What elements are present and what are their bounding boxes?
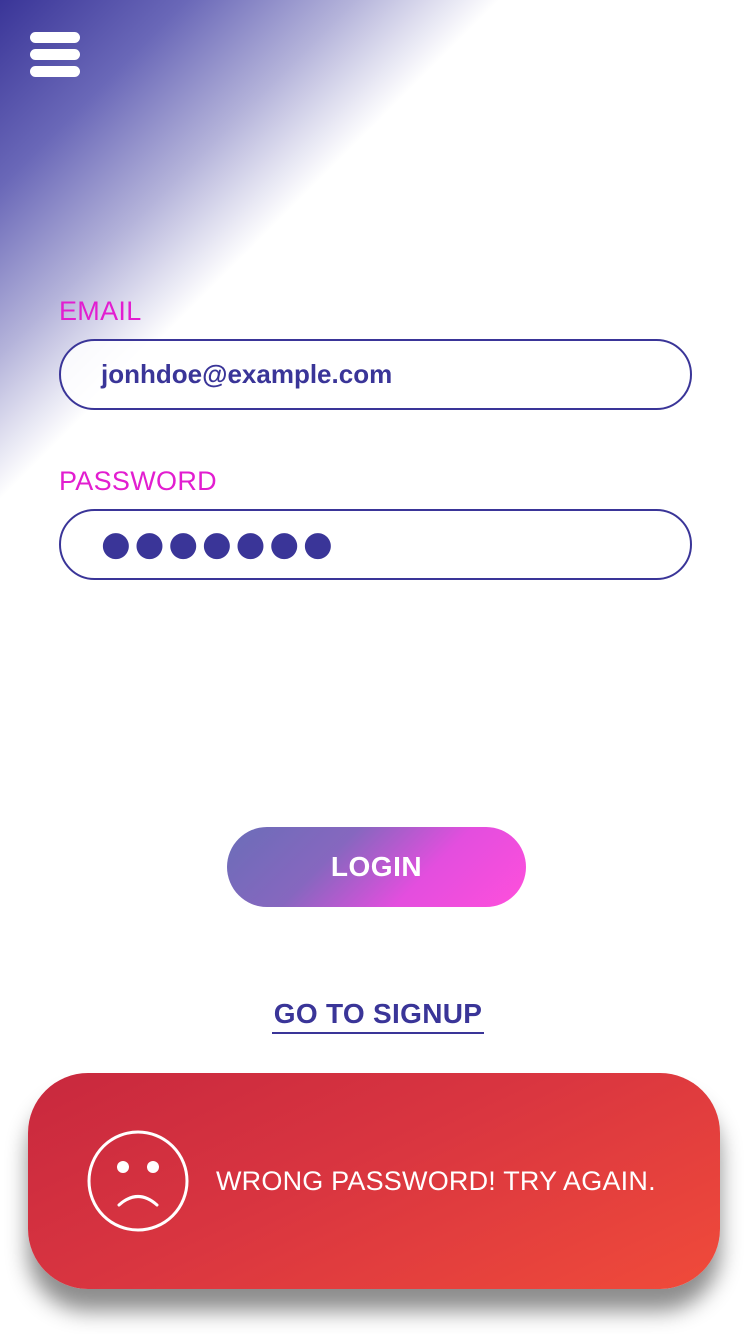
password-value: ●●●●●●● — [101, 524, 337, 564]
menu-line — [30, 66, 80, 77]
email-label: EMAIL — [59, 296, 142, 326]
login-button-label: LOGIN — [330, 851, 423, 882]
password-label: PASSWORD — [59, 466, 217, 496]
password-field[interactable]: ●●●●●●● — [59, 509, 692, 580]
login-button[interactable]: LOGIN — [227, 827, 526, 907]
error-toast: WRONG PASSWORD! TRY AGAIN. — [28, 1073, 720, 1289]
go-to-signup-link[interactable]: GO TO SIGNUP — [272, 997, 484, 1034]
menu-line — [30, 32, 80, 43]
hamburger-menu-icon[interactable] — [28, 30, 82, 80]
error-message: WRONG PASSWORD! TRY AGAIN. — [216, 1166, 656, 1196]
email-field[interactable]: jonhdoe@example.com — [59, 339, 692, 410]
email-value: jonhdoe@example.com — [101, 359, 393, 389]
menu-line — [30, 49, 80, 60]
sad-face-icon — [87, 1130, 189, 1232]
